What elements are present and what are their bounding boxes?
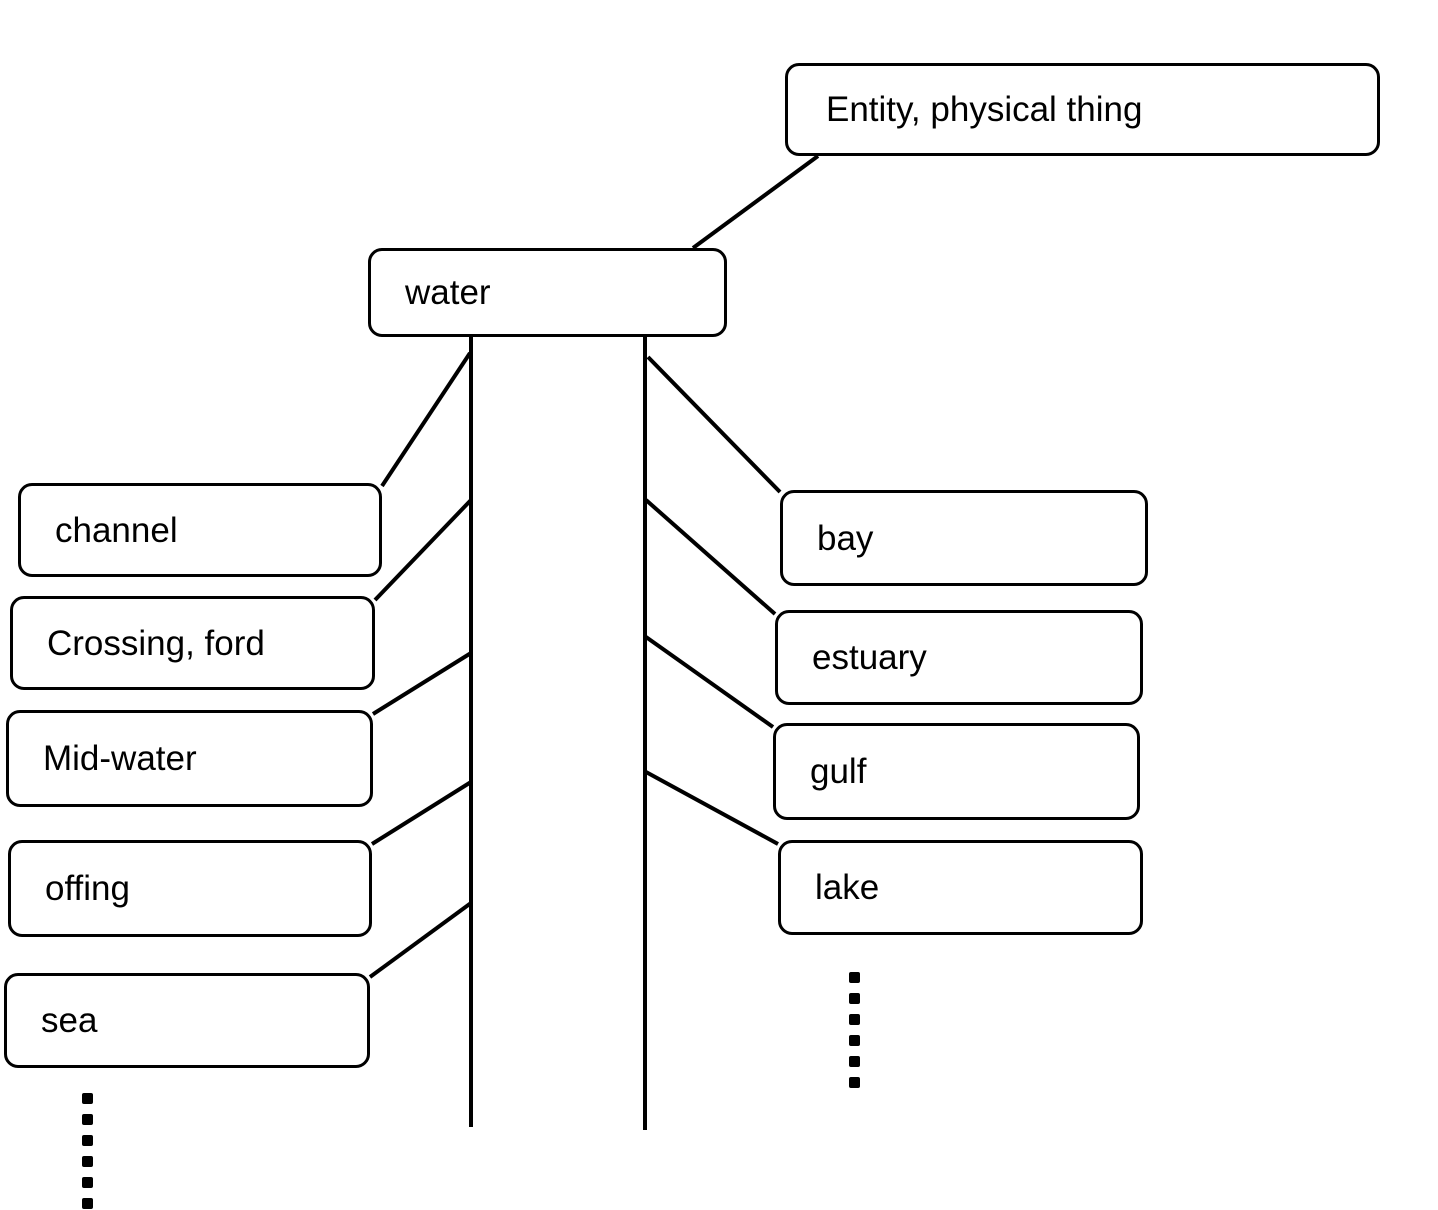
node-sea[interactable]: sea: [4, 973, 370, 1068]
ellipsis-dot: [849, 1035, 860, 1046]
ellipsis-dot: [849, 1077, 860, 1088]
node-label: Mid-water: [43, 739, 197, 778]
edge-root-to-water: [691, 154, 820, 250]
node-label: lake: [815, 868, 880, 907]
edge-water-to-estuary: [644, 498, 777, 616]
node-label: bay: [817, 518, 874, 558]
edge-water-to-sea: [368, 901, 473, 979]
edge-water-to-lake: [645, 770, 779, 846]
edge-water-to-bay: [646, 355, 782, 494]
node-label: sea: [41, 1001, 98, 1040]
node-water[interactable]: water: [368, 248, 727, 337]
node-bay[interactable]: bay: [780, 490, 1148, 586]
node-offing[interactable]: offing: [8, 840, 372, 937]
ellipsis-left-column: [82, 1093, 93, 1210]
ellipsis-dot: [849, 993, 860, 1004]
node-channel[interactable]: channel: [18, 483, 382, 577]
node-gulf[interactable]: gulf: [773, 723, 1140, 820]
ellipsis-dot: [82, 1135, 93, 1146]
node-label: Crossing, ford: [47, 623, 265, 663]
node-lake[interactable]: lake: [778, 840, 1143, 935]
ellipsis-dot: [82, 1177, 93, 1188]
edge-water-to-mid-water: [371, 651, 473, 716]
ellipsis-dot: [82, 1156, 93, 1167]
node-label: estuary: [812, 638, 927, 677]
ellipsis-dot: [849, 1014, 860, 1025]
node-label: channel: [55, 510, 178, 550]
node-label: offing: [45, 869, 130, 908]
ellipsis-dot: [82, 1198, 93, 1209]
ellipsis-right-column: [849, 972, 860, 1098]
node-label: Entity, physical thing: [826, 90, 1143, 129]
edge-water-to-crossing-ford: [373, 498, 473, 602]
node-entity-physical-thing[interactable]: Entity, physical thing: [785, 63, 1380, 156]
node-label: gulf: [810, 752, 867, 791]
edge-water-to-gulf: [644, 635, 775, 729]
node-label: water: [405, 273, 491, 312]
diagram-canvas: Entity, physical thing water channel Cro…: [0, 0, 1438, 1210]
ellipsis-dot: [849, 972, 860, 983]
ellipsis-dot: [82, 1093, 93, 1104]
ellipsis-dot: [849, 1056, 860, 1067]
node-mid-water[interactable]: Mid-water: [6, 710, 373, 807]
node-estuary[interactable]: estuary: [775, 610, 1143, 705]
edge-water-to-offing: [370, 780, 473, 846]
node-crossing-ford[interactable]: Crossing, ford: [10, 596, 375, 690]
ellipsis-dot: [82, 1114, 93, 1125]
edge-water-to-channel: [380, 351, 472, 488]
